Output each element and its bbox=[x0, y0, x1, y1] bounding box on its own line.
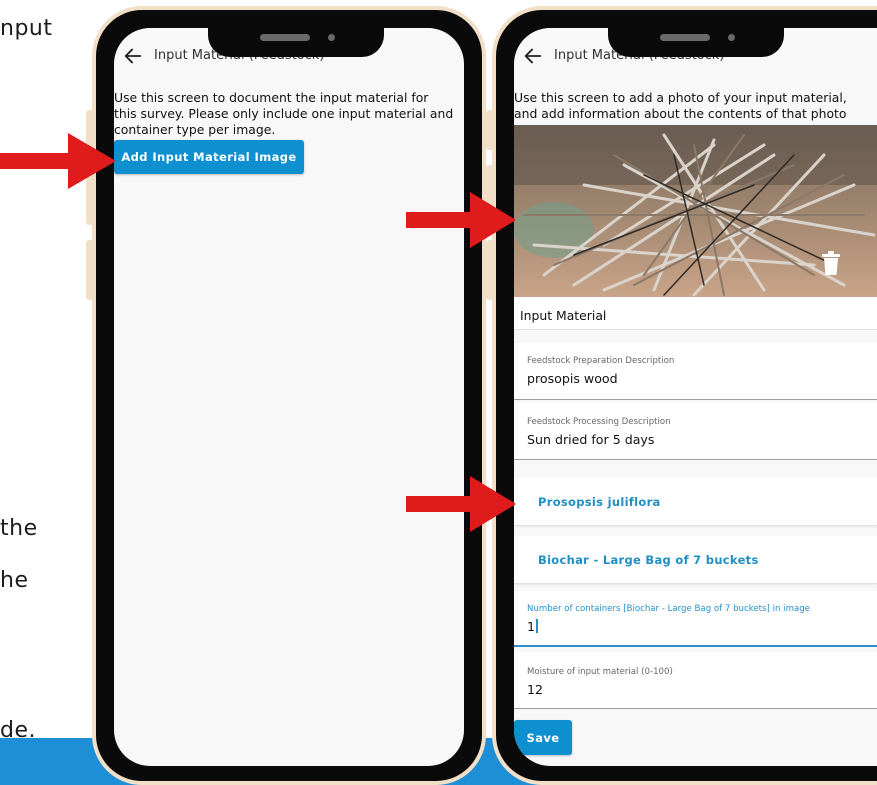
intro-line: this survey. Please only include one inp… bbox=[114, 106, 454, 121]
phone-notch bbox=[608, 24, 784, 57]
speaker-grille bbox=[260, 34, 310, 41]
container-link[interactable]: Biochar - Large Bag of 7 buckets bbox=[538, 553, 759, 567]
field-value-text: 1 bbox=[527, 619, 536, 634]
field-label: Feedstock Processing Description bbox=[527, 417, 671, 427]
background-text: the bbox=[0, 516, 38, 541]
text-caret bbox=[536, 619, 538, 633]
field-value: 1 bbox=[527, 619, 538, 634]
phone-notch bbox=[208, 24, 384, 57]
add-input-material-image-button[interactable]: Add Input Material Image bbox=[114, 140, 304, 174]
field-label: Feedstock Preparation Description bbox=[527, 356, 675, 366]
back-arrow-icon[interactable] bbox=[122, 45, 144, 67]
number-of-containers-field[interactable]: Number of containers [Biochar - Large Ba… bbox=[514, 591, 877, 647]
background-text: he bbox=[0, 568, 29, 593]
species-link[interactable]: Prosopsis juliflora bbox=[538, 495, 661, 509]
front-camera bbox=[728, 34, 735, 41]
field-value: Sun dried for 5 days bbox=[527, 432, 655, 447]
section-label: Input Material bbox=[520, 308, 607, 323]
intro-line: container type per image. bbox=[114, 122, 276, 137]
pointer-arrow-icon bbox=[406, 192, 516, 248]
trash-icon[interactable] bbox=[820, 250, 842, 276]
back-arrow-icon[interactable] bbox=[522, 45, 544, 67]
pointer-arrow-icon bbox=[406, 476, 516, 532]
phone-screen-left: Input Material (Feedstock) Use this scre… bbox=[114, 28, 464, 766]
container-link-card[interactable]: Biochar - Large Bag of 7 buckets bbox=[514, 536, 877, 584]
speaker-grille bbox=[660, 34, 710, 41]
field-value: prosopis wood bbox=[527, 371, 618, 386]
feedstock-preparation-field[interactable]: Feedstock Preparation Description prosop… bbox=[514, 343, 877, 400]
intro-text: Use this screen to add a photo of your i… bbox=[514, 90, 847, 122]
phone-screen-right: Input Material (Feedstock) Use this scre… bbox=[514, 28, 877, 766]
intro-line: Use this screen to add a photo of your i… bbox=[514, 90, 847, 105]
background-text: de. bbox=[0, 718, 36, 743]
save-button[interactable]: Save bbox=[514, 720, 572, 755]
feedstock-processing-field[interactable]: Feedstock Processing Description Sun dri… bbox=[514, 403, 877, 460]
moisture-field[interactable]: Moisture of input material (0-100) 12 bbox=[514, 652, 877, 709]
intro-line: Use this screen to document the input ma… bbox=[114, 90, 429, 105]
species-link-card[interactable]: Prosopsis juliflora bbox=[514, 478, 877, 526]
field-value: 12 bbox=[527, 682, 544, 697]
field-label: Moisture of input material (0-100) bbox=[527, 667, 673, 677]
field-label: Number of containers [Biochar - Large Ba… bbox=[527, 604, 810, 614]
pointer-arrow-icon bbox=[0, 133, 116, 189]
intro-text: Use this screen to document the input ma… bbox=[114, 90, 453, 138]
background-text: nput bbox=[0, 16, 53, 41]
front-camera bbox=[328, 34, 335, 41]
intro-line: and add information about the contents o… bbox=[514, 106, 847, 121]
